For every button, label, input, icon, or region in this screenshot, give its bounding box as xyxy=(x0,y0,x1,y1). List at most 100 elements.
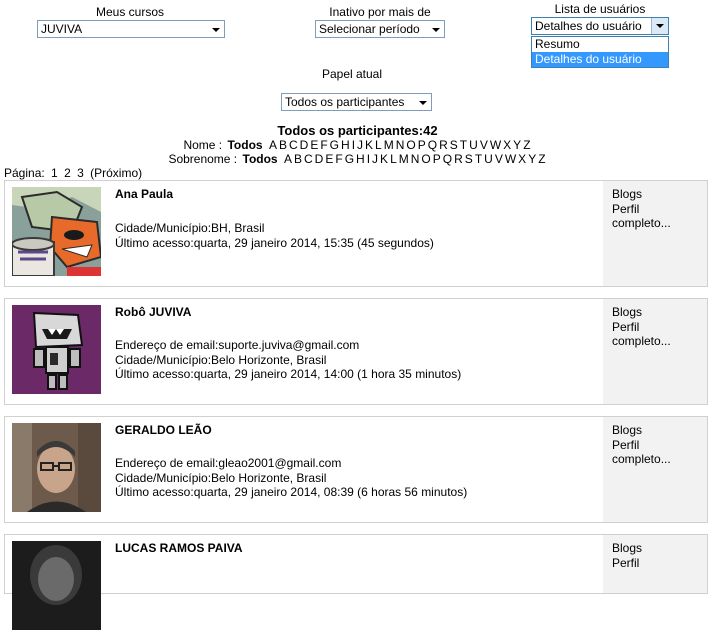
user-city: Cidade/Município:BH, Brasil xyxy=(115,221,265,235)
page-link-2[interactable]: 2 xyxy=(64,166,71,180)
user-email[interactable]: Endereço de email:gleao2001@gmail.com xyxy=(115,456,467,471)
complete-profile-link[interactable]: completo... xyxy=(603,452,707,467)
next-page-link[interactable]: (Próximo) xyxy=(90,166,142,180)
avatar[interactable] xyxy=(12,423,101,512)
chevron-down-icon xyxy=(656,24,664,28)
lastname-letter-p[interactable]: P xyxy=(433,152,441,166)
lastname-letter-r[interactable]: R xyxy=(454,152,463,166)
role-select-value: Todos os participantes xyxy=(285,95,405,109)
firstname-letter-c[interactable]: C xyxy=(289,138,298,152)
lastname-letter-w[interactable]: W xyxy=(505,152,516,166)
firstname-letter-r[interactable]: R xyxy=(439,138,448,152)
lastname-letter-m[interactable]: M xyxy=(399,152,409,166)
complete-profile-link[interactable]: completo... xyxy=(603,216,707,231)
firstname-all-link[interactable]: Todos xyxy=(227,138,262,152)
avatar[interactable] xyxy=(12,187,101,276)
lastname-letter-d[interactable]: D xyxy=(315,152,324,166)
firstname-letter-f[interactable]: F xyxy=(320,138,327,152)
lastname-letter-a[interactable]: A xyxy=(284,152,292,166)
user-name[interactable]: GERALDO LEÃO xyxy=(115,423,212,437)
user-links: Blogs Perfil xyxy=(603,535,707,593)
firstname-letter-b[interactable]: B xyxy=(279,138,287,152)
page-link-3[interactable]: 3 xyxy=(77,166,84,180)
user-city: Cidade/Município:Belo Horizonte, Brasil xyxy=(115,470,327,485)
dropdown-option-summary[interactable]: Resumo xyxy=(532,37,668,52)
profile-link[interactable]: Perfil xyxy=(603,438,707,453)
firstname-letters: ABCDEFGHIJKLMNOPQRSTUVWXYZ xyxy=(268,138,532,152)
lastname-letter-u[interactable]: U xyxy=(484,152,493,166)
firstname-letter-w[interactable]: W xyxy=(490,138,501,152)
user-name[interactable]: Robô JUVIVA xyxy=(115,305,191,319)
user-name[interactable]: Ana Paula xyxy=(115,187,173,201)
firstname-letter-a[interactable]: A xyxy=(269,138,277,152)
avatar[interactable] xyxy=(12,305,101,394)
dropdown-option-details[interactable]: Detalhes do usuário xyxy=(532,52,668,67)
lastname-letter-o[interactable]: O xyxy=(421,152,430,166)
firstname-letter-x[interactable]: X xyxy=(503,138,511,152)
userlist-select-value: Detalhes do usuário xyxy=(535,19,642,33)
lastname-letter-l[interactable]: L xyxy=(390,152,397,166)
inactive-period-select[interactable]: Selecionar período xyxy=(315,20,445,38)
lastname-letter-g[interactable]: G xyxy=(345,152,354,166)
profile-link[interactable]: Perfil xyxy=(603,320,707,335)
firstname-letter-m[interactable]: M xyxy=(384,138,394,152)
lastname-letter-y[interactable]: Y xyxy=(528,152,536,166)
user-last-access: Último acesso:quarta, 29 janeiro 2014, 1… xyxy=(115,235,434,250)
role-select[interactable]: Todos os participantes xyxy=(281,93,432,111)
firstname-letter-u[interactable]: U xyxy=(469,138,478,152)
lastname-letter-n[interactable]: N xyxy=(411,152,420,166)
firstname-letter-y[interactable]: Y xyxy=(513,138,521,152)
blogs-link[interactable]: Blogs xyxy=(603,423,707,438)
lastname-letter-t[interactable]: T xyxy=(475,152,482,166)
courses-select[interactable]: JUVIVA xyxy=(37,20,225,38)
robot-image xyxy=(12,305,101,394)
firstname-letter-g[interactable]: G xyxy=(330,138,339,152)
firstname-letter-j[interactable]: J xyxy=(357,138,363,152)
firstname-letter-i[interactable]: I xyxy=(352,138,355,152)
lastname-letter-f[interactable]: F xyxy=(335,152,342,166)
user-email[interactable]: Endereço de email:suporte.juviva@gmail.c… xyxy=(115,338,461,353)
lastname-letter-k[interactable]: K xyxy=(380,152,388,166)
lastname-letter-b[interactable]: B xyxy=(294,152,302,166)
lastname-letter-c[interactable]: C xyxy=(304,152,313,166)
firstname-letter-z[interactable]: Z xyxy=(523,138,530,152)
firstname-letter-h[interactable]: H xyxy=(341,138,350,152)
firstname-letter-o[interactable]: O xyxy=(406,138,415,152)
user-name[interactable]: LUCAS RAMOS PAIVA xyxy=(115,541,243,555)
lastname-filter: Sobrenome : Todos ABCDEFGHIJKLMNOPQRSTUV… xyxy=(0,152,715,166)
firstname-letter-l[interactable]: L xyxy=(375,138,382,152)
avatar[interactable] xyxy=(12,541,101,630)
lastname-letter-e[interactable]: E xyxy=(325,152,333,166)
profile-link[interactable]: Perfil xyxy=(603,202,707,217)
firstname-letter-t[interactable]: T xyxy=(460,138,467,152)
blogs-link[interactable]: Blogs xyxy=(603,541,707,556)
lastname-letter-z[interactable]: Z xyxy=(538,152,545,166)
firstname-letter-v[interactable]: V xyxy=(480,138,488,152)
lastname-all-link[interactable]: Todos xyxy=(243,152,278,166)
lastname-letter-i[interactable]: I xyxy=(367,152,370,166)
user-links: Blogs Perfil completo... xyxy=(603,181,707,286)
firstname-letter-n[interactable]: N xyxy=(396,138,405,152)
blogs-link[interactable]: Blogs xyxy=(603,305,707,320)
lastname-letter-x[interactable]: X xyxy=(518,152,526,166)
lastname-letter-v[interactable]: V xyxy=(495,152,503,166)
firstname-letter-e[interactable]: E xyxy=(310,138,318,152)
firstname-filter-label: Nome : xyxy=(183,138,223,152)
dropdown-button[interactable] xyxy=(651,18,668,34)
userlist-select[interactable]: Detalhes do usuário xyxy=(531,17,669,35)
person-photo xyxy=(12,541,101,630)
lastname-letter-j[interactable]: J xyxy=(372,152,378,166)
blogs-link[interactable]: Blogs xyxy=(603,187,707,202)
lastname-letter-q[interactable]: Q xyxy=(443,152,452,166)
firstname-letter-k[interactable]: K xyxy=(365,138,373,152)
firstname-letter-q[interactable]: Q xyxy=(428,138,437,152)
profile-link[interactable]: Perfil xyxy=(603,556,707,571)
page-link-1[interactable]: 1 xyxy=(51,166,58,180)
complete-profile-link[interactable]: completo... xyxy=(603,334,707,349)
user-last-access: Último acesso:quarta, 29 janeiro 2014, 0… xyxy=(115,485,468,499)
firstname-letter-d[interactable]: D xyxy=(300,138,309,152)
lastname-letter-s[interactable]: S xyxy=(465,152,473,166)
firstname-letter-s[interactable]: S xyxy=(450,138,458,152)
lastname-letter-h[interactable]: H xyxy=(356,152,365,166)
firstname-letter-p[interactable]: P xyxy=(418,138,426,152)
